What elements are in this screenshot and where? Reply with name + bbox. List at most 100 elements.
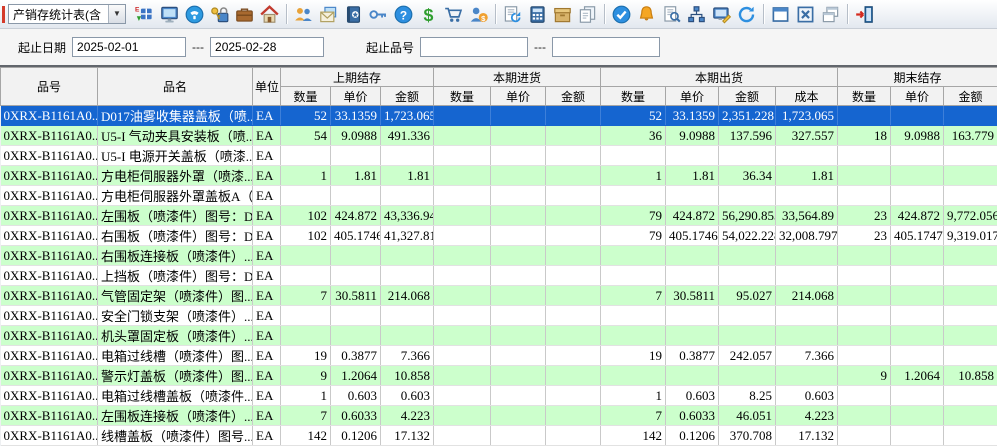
group-header-ending-balance[interactable]: 期末结存	[838, 68, 997, 87]
col-header-amount[interactable]: 金额	[381, 87, 434, 106]
table-row[interactable]: 0XRX-B1161A0...电箱过线槽（喷漆件）图...EA190.38777…	[1, 346, 997, 366]
col-header-item-code[interactable]: 品号	[1, 68, 98, 106]
value-cell	[434, 166, 491, 186]
value-cell	[546, 306, 601, 326]
notebook-icon[interactable]	[341, 2, 366, 27]
value-cell: 1.81	[776, 166, 838, 186]
calculator-icon[interactable]	[525, 2, 550, 27]
search-doc-icon[interactable]	[659, 2, 684, 27]
item-to-input[interactable]	[552, 37, 660, 57]
briefcase-icon[interactable]	[232, 2, 257, 27]
table-row[interactable]: 0XRX-B1161A0...方电柜伺服器外罩（喷漆...EA11.811.81…	[1, 166, 997, 186]
table-row[interactable]: 0XRX-B1161A0...左围板连接板（喷漆件）...EA70.60334.…	[1, 406, 997, 426]
item-code-cell: 0XRX-B1161A0...	[1, 306, 98, 326]
value-cell: 424.872	[666, 206, 719, 226]
cascade-windows-icon[interactable]	[818, 2, 843, 27]
col-header-amount[interactable]: 金额	[546, 87, 601, 106]
table-row[interactable]: 0XRX-B1161A0...上挡板（喷漆件）图号：D...EA	[1, 266, 997, 286]
item-name-cell: 左围板（喷漆件）图号：D...	[98, 206, 253, 226]
exit-icon[interactable]	[852, 2, 877, 27]
table-row[interactable]: 0XRX-B1161A0...方电柜伺服器外罩盖板A（...EA	[1, 186, 997, 206]
value-cell	[331, 246, 381, 266]
value-cell: 43,336.946	[381, 206, 434, 226]
help-icon[interactable]: ?	[391, 2, 416, 27]
value-cell: 7.366	[381, 346, 434, 366]
value-cell	[434, 306, 491, 326]
close-window-icon[interactable]	[793, 2, 818, 27]
col-header-qty[interactable]: 数量	[838, 87, 891, 106]
col-header-unit[interactable]: 单位	[253, 68, 281, 106]
date-from-input[interactable]	[72, 37, 186, 57]
archive-box-icon[interactable]	[550, 2, 575, 27]
col-header-amount[interactable]: 金额	[944, 87, 997, 106]
money-icon[interactable]: $	[416, 2, 441, 27]
table-row[interactable]: 0XRX-B1161A0...线槽盖板（喷漆件）图号...EA1420.1206…	[1, 426, 997, 446]
table-row[interactable]: 0XRX-B1161A0...气管固定架（喷漆件）图...EA730.58112…	[1, 286, 997, 306]
value-cell	[434, 106, 491, 126]
col-header-price[interactable]: 单价	[331, 87, 381, 106]
date-range-separator: ---	[192, 40, 204, 54]
key-icon[interactable]	[366, 2, 391, 27]
table-row[interactable]: 0XRX-B1161A0...左围板（喷漆件）图号：D...EA102424.8…	[1, 206, 997, 226]
item-name-cell: 机头罩固定板（喷漆件）...	[98, 326, 253, 346]
report-type-dropdown[interactable]: 产销存统计表(含 ▼	[8, 4, 126, 24]
monitor-icon[interactable]	[157, 2, 182, 27]
col-header-qty[interactable]: 数量	[434, 87, 491, 106]
group-header-purchases[interactable]: 本期进货	[434, 68, 601, 87]
value-cell	[838, 306, 891, 326]
group-header-opening-balance[interactable]: 上期结存	[281, 68, 434, 87]
value-cell	[719, 366, 776, 386]
value-cell	[776, 266, 838, 286]
svg-text:$: $	[424, 5, 434, 24]
table-row[interactable]: 0XRX-B1161A0...右围板连接板（喷漆件）...EA	[1, 246, 997, 266]
users-icon[interactable]	[291, 2, 316, 27]
copy-icon[interactable]	[575, 2, 600, 27]
col-header-item-name[interactable]: 品名	[98, 68, 253, 106]
item-from-input[interactable]	[420, 37, 528, 57]
cart-icon[interactable]	[441, 2, 466, 27]
refresh-icon[interactable]	[734, 2, 759, 27]
value-cell: 33,564.89	[776, 206, 838, 226]
report-refresh-icon[interactable]	[500, 2, 525, 27]
mail-icon[interactable]	[316, 2, 341, 27]
window-icon[interactable]	[768, 2, 793, 27]
chevron-down-icon[interactable]: ▼	[108, 5, 125, 23]
col-header-qty[interactable]: 数量	[281, 87, 331, 106]
table-row[interactable]: 0XRX-B1161A0...U5-I 电源开关盖板（喷漆...EA	[1, 146, 997, 166]
value-cell: 33.1359	[666, 106, 719, 126]
col-header-cost[interactable]: 成本	[776, 87, 838, 106]
table-row[interactable]: 0XRX-B1161A0...警示灯盖板（喷漆件）图...EA91.206410…	[1, 366, 997, 386]
alert-bell-icon[interactable]	[634, 2, 659, 27]
value-cell	[891, 406, 944, 426]
col-header-price[interactable]: 单价	[891, 87, 944, 106]
col-header-qty[interactable]: 数量	[601, 87, 666, 106]
col-header-price[interactable]: 单价	[491, 87, 546, 106]
phone-icon[interactable]	[182, 2, 207, 27]
approve-icon[interactable]	[609, 2, 634, 27]
item-name-cell: 方电柜伺服器外罩（喷漆...	[98, 166, 253, 186]
table-row[interactable]: 0XRX-B1161A0...电箱过线槽盖板（喷漆件...EA10.6030.6…	[1, 386, 997, 406]
value-cell	[891, 266, 944, 286]
unit-cell: EA	[253, 106, 281, 126]
org-chart-icon[interactable]	[684, 2, 709, 27]
lock-key-icon[interactable]	[207, 2, 232, 27]
table-row[interactable]: 0XRX-B1161A0...D017油雾收集器盖板（喷...EA5233.13…	[1, 106, 997, 126]
date-to-input[interactable]	[210, 37, 324, 57]
col-header-amount[interactable]: 金额	[719, 87, 776, 106]
unit-cell: EA	[253, 226, 281, 246]
input-language-icon[interactable]: E	[132, 2, 157, 27]
customer-finance-icon[interactable]: $	[466, 2, 491, 27]
monitor-edit-icon[interactable]	[709, 2, 734, 27]
col-header-price[interactable]: 单价	[666, 87, 719, 106]
value-cell	[546, 426, 601, 446]
value-cell: 33.1359	[331, 106, 381, 126]
table-row[interactable]: 0XRX-B1161A0...安全门锁支架（喷漆件）...EA	[1, 306, 997, 326]
group-header-shipments[interactable]: 本期出货	[601, 68, 838, 87]
table-row[interactable]: 0XRX-B1161A0...机头罩固定板（喷漆件）...EA	[1, 326, 997, 346]
value-cell	[944, 406, 997, 426]
unit-cell: EA	[253, 346, 281, 366]
table-row[interactable]: 0XRX-B1161A0...U5-I 气动夹具安装板（喷...EA549.09…	[1, 126, 997, 146]
home-icon[interactable]	[257, 2, 282, 27]
table-row[interactable]: 0XRX-B1161A0...右围板（喷漆件）图号：D...EA102405.1…	[1, 226, 997, 246]
value-cell: 10.858	[944, 366, 997, 386]
